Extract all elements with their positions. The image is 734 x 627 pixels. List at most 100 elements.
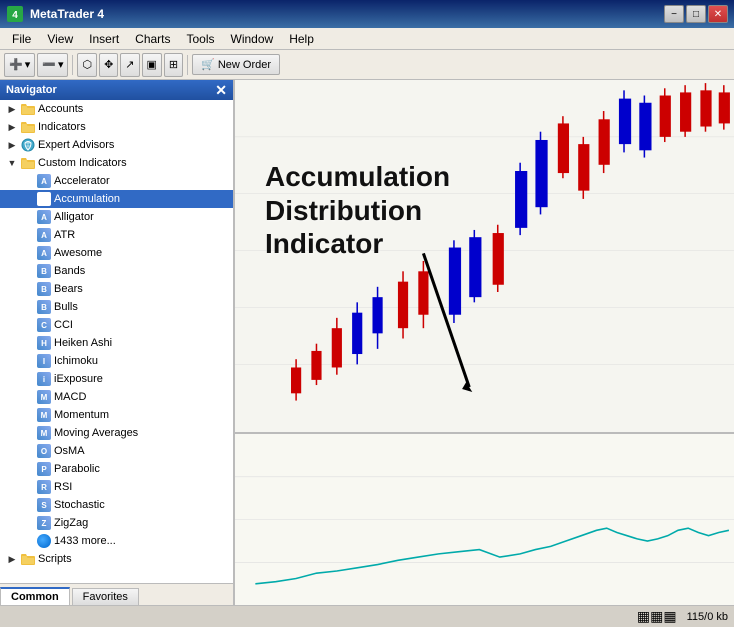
scripts-label: Scripts — [38, 553, 72, 565]
alligator-icon: A — [36, 209, 52, 225]
accounts-icon — [20, 101, 36, 117]
expand-expert-advisors[interactable]: ▶ — [4, 137, 20, 153]
parabolic-icon: P — [36, 461, 52, 477]
tree-item-indicators[interactable]: ▶ Indicators — [0, 118, 233, 136]
osma-label: OsMA — [54, 445, 85, 457]
ichimoku-icon: I — [36, 353, 52, 369]
bulls-icon: B — [36, 299, 52, 315]
bears-icon: B — [36, 281, 52, 297]
toolbar-btn-4[interactable]: ✥ — [99, 53, 118, 77]
accelerator-label: Accelerator — [54, 175, 110, 187]
svg-text:4: 4 — [12, 10, 18, 21]
chart-area: Accumulation Distribution Indicator — [235, 80, 734, 605]
rsi-label: RSI — [54, 481, 72, 493]
tab-favorites[interactable]: Favorites — [72, 588, 139, 605]
tree-item-alligator[interactable]: ▶ A Alligator — [0, 208, 233, 226]
tree-item-momentum[interactable]: ▶ M Momentum — [0, 406, 233, 424]
accelerator-icon: A — [36, 173, 52, 189]
tree-item-moving-averages[interactable]: ▶ M Moving Averages — [0, 424, 233, 442]
tree-item-custom-indicators[interactable]: ▼ Custom Indicators — [0, 154, 233, 172]
tree-item-heiken-ashi[interactable]: ▶ H Heiken Ashi — [0, 334, 233, 352]
tree-item-awesome[interactable]: ▶ A Awesome — [0, 244, 233, 262]
dropdown-icon2: ▾ — [58, 58, 64, 71]
menu-bar: File View Insert Charts Tools Window Hel… — [0, 28, 734, 50]
ichimoku-label: Ichimoku — [54, 355, 98, 367]
tree-item-expert-advisors[interactable]: ▶ Expert Advisors — [0, 136, 233, 154]
annotation-line3: Indicator — [265, 227, 450, 261]
separator-2 — [187, 55, 188, 75]
restore-button[interactable]: □ — [686, 5, 706, 23]
expand-accounts[interactable]: ▶ — [4, 101, 20, 117]
moving-averages-icon: M — [36, 425, 52, 441]
tree-item-cci[interactable]: ▶ C CCI — [0, 316, 233, 334]
tree-item-stochastic[interactable]: ▶ S Stochastic — [0, 496, 233, 514]
expand-scripts[interactable]: ▶ — [4, 551, 20, 567]
zigzag-label: ZigZag — [54, 517, 88, 529]
momentum-label: Momentum — [54, 409, 109, 421]
accumulation-icon: A — [36, 191, 52, 207]
tree-item-parabolic[interactable]: ▶ P Parabolic — [0, 460, 233, 478]
stochastic-icon: S — [36, 497, 52, 513]
rsi-icon: R — [36, 479, 52, 495]
tree-item-macd[interactable]: ▶ M MACD — [0, 388, 233, 406]
custom-indicators-label: Custom Indicators — [38, 157, 127, 169]
expand-indicators[interactable]: ▶ — [4, 119, 20, 135]
expert-advisors-label: Expert Advisors — [38, 139, 114, 151]
indicators-icon — [20, 119, 36, 135]
tree-item-atr[interactable]: ▶ A ATR — [0, 226, 233, 244]
toolbar-btn-7[interactable]: ⊞ — [164, 53, 183, 77]
toolbar-btn-1[interactable]: ➕ ▾ — [4, 53, 35, 77]
tree-item-rsi[interactable]: ▶ R RSI — [0, 478, 233, 496]
menu-window[interactable]: Window — [223, 30, 282, 48]
tree-item-zigzag[interactable]: ▶ Z ZigZag — [0, 514, 233, 532]
toolbar-btn-3[interactable]: ⬡ — [77, 53, 97, 77]
minimize-button[interactable]: − — [664, 5, 684, 23]
menu-view[interactable]: View — [39, 30, 81, 48]
navigator-tree: ▶ Accounts ▶ Indicator — [0, 100, 233, 583]
toolbar-btn-6[interactable]: ▣ — [142, 53, 162, 77]
bands-label: Bands — [54, 265, 85, 277]
dropdown-icon: ▾ — [25, 58, 31, 71]
new-order-label: New Order — [218, 59, 271, 71]
plus-icon: ➕ — [9, 58, 23, 71]
menu-tools[interactable]: Tools — [179, 30, 223, 48]
menu-charts[interactable]: Charts — [127, 30, 178, 48]
tab-common[interactable]: Common — [0, 587, 70, 605]
tree-item-bulls[interactable]: ▶ B Bulls — [0, 298, 233, 316]
main-area: Navigator ✕ ▶ Accounts ▶ — [0, 80, 734, 605]
tree-item-accelerator[interactable]: ▶ A Accelerator — [0, 172, 233, 190]
toolbar-btn-2[interactable]: ➖ ▾ — [37, 53, 68, 77]
parabolic-label: Parabolic — [54, 463, 100, 475]
tree-item-scripts[interactable]: ▶ Scripts — [0, 550, 233, 568]
new-order-button[interactable]: 🛒 New Order — [192, 54, 280, 75]
tree-item-more[interactable]: ▶ 1433 more... — [0, 532, 233, 550]
tree-item-accumulation[interactable]: ▶ A Accumulation — [0, 190, 233, 208]
atr-icon: A — [36, 227, 52, 243]
tree-item-bears[interactable]: ▶ B Bears — [0, 280, 233, 298]
macd-label: MACD — [54, 391, 86, 403]
app-icon: 4 — [6, 5, 24, 23]
toolbar: ➕ ▾ ➖ ▾ ⬡ ✥ ↗ ▣ ⊞ 🛒 New Order — [0, 50, 734, 80]
menu-file[interactable]: File — [4, 30, 39, 48]
tree-item-iexposure[interactable]: ▶ i iExposure — [0, 370, 233, 388]
navigator-panel: Navigator ✕ ▶ Accounts ▶ — [0, 80, 235, 605]
awesome-label: Awesome — [54, 247, 102, 259]
stochastic-label: Stochastic — [54, 499, 105, 511]
tree-item-accounts[interactable]: ▶ Accounts — [0, 100, 233, 118]
tree-item-ichimoku[interactable]: ▶ I Ichimoku — [0, 352, 233, 370]
indicators-label: Indicators — [38, 121, 86, 133]
iexposure-label: iExposure — [54, 373, 103, 385]
navigator-close-button[interactable]: ✕ — [215, 82, 227, 99]
navigator-header: Navigator ✕ — [0, 80, 233, 100]
custom-indicators-folder-icon — [20, 155, 36, 171]
new-order-icon: 🛒 — [201, 58, 215, 71]
tree-item-osma[interactable]: ▶ O OsMA — [0, 442, 233, 460]
menu-insert[interactable]: Insert — [81, 30, 127, 48]
accounts-label: Accounts — [38, 103, 83, 115]
menu-help[interactable]: Help — [281, 30, 322, 48]
expand-custom-indicators[interactable]: ▼ — [4, 155, 20, 171]
close-button[interactable]: ✕ — [708, 5, 728, 23]
separator-1 — [72, 55, 73, 75]
toolbar-btn-5[interactable]: ↗ — [120, 53, 139, 77]
tree-item-bands[interactable]: ▶ B Bands — [0, 262, 233, 280]
